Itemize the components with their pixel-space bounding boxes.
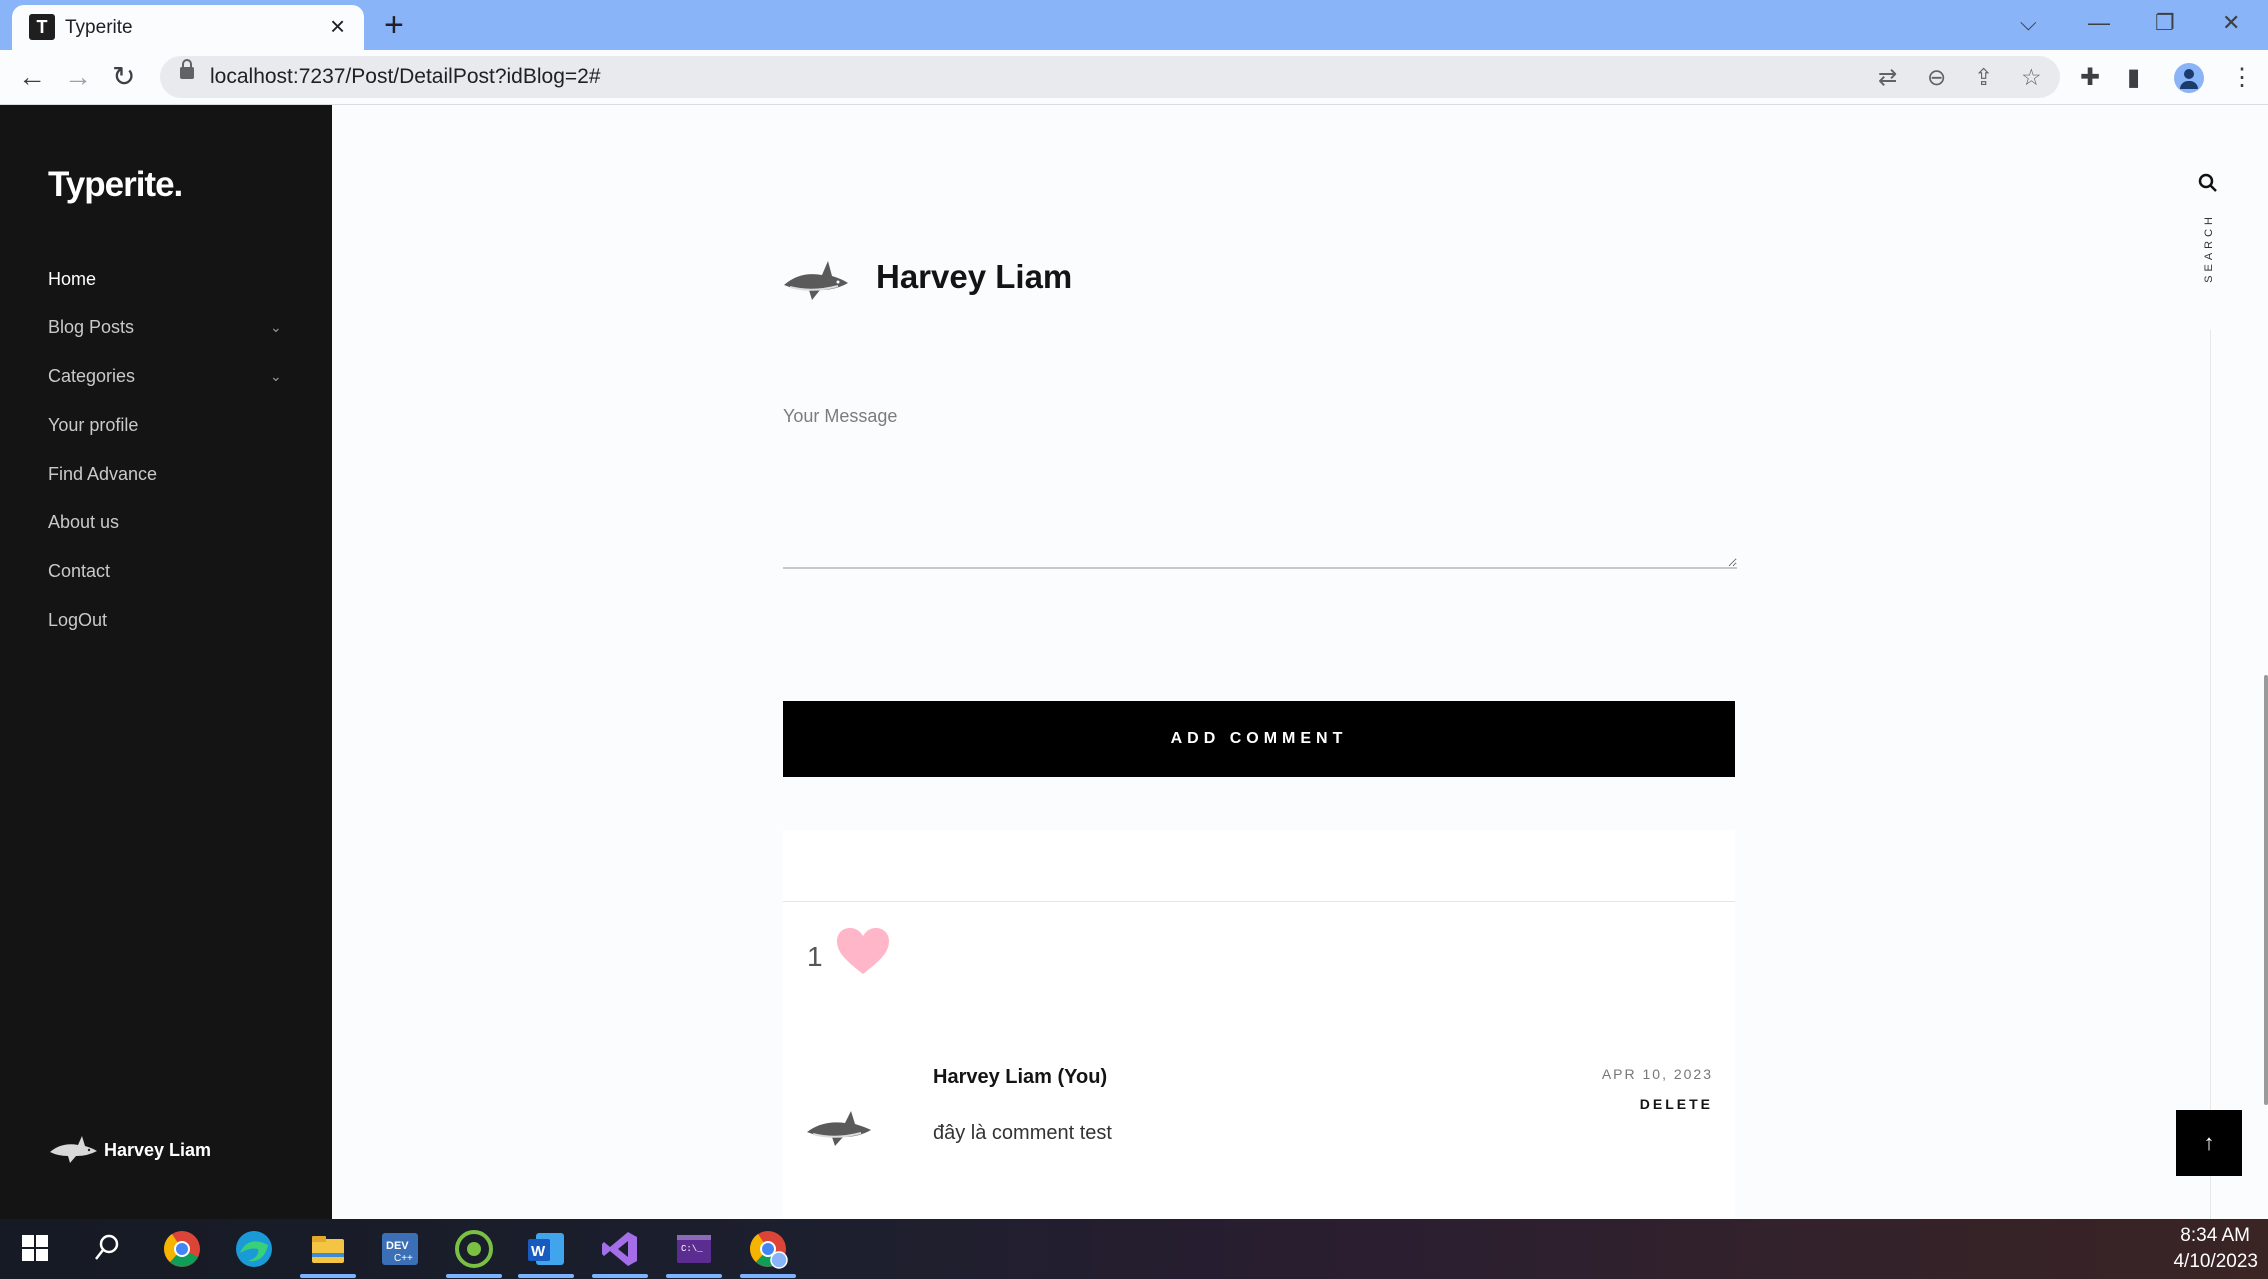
message-placeholder: Your Message bbox=[783, 406, 898, 426]
comment-message-field[interactable] bbox=[783, 397, 1737, 569]
shark-avatar-icon bbox=[50, 1136, 97, 1163]
main-content: Harvey Liam Your Message ADD COMMENT 1 H… bbox=[332, 105, 2268, 1230]
chrome-profile-icon[interactable] bbox=[740, 1229, 796, 1278]
restore-icon[interactable]: ❐ bbox=[2155, 6, 2175, 40]
chrome-icon[interactable] bbox=[162, 1229, 202, 1269]
zoom-icon[interactable]: ⊖ bbox=[1927, 62, 1946, 92]
tab-title: Typerite bbox=[65, 17, 133, 38]
windows-start-icon[interactable] bbox=[22, 1235, 48, 1261]
address-bar[interactable]: localhost:7237/Post/DetailPost?idBlog=2#… bbox=[160, 56, 2060, 98]
clock-date[interactable]: 4/10/2023 bbox=[2173, 1251, 2258, 1273]
chevron-down-icon[interactable]: ⌄ bbox=[270, 319, 282, 336]
terminal-icon[interactable]: C:\_ bbox=[666, 1229, 722, 1278]
taskbar-search-icon[interactable] bbox=[93, 1233, 121, 1263]
svg-text:W: W bbox=[531, 1243, 546, 1260]
reload-icon[interactable]: ↻ bbox=[112, 60, 135, 94]
search-label[interactable]: SEARCH bbox=[2203, 213, 2217, 283]
edge-icon[interactable] bbox=[234, 1229, 274, 1269]
sidebar: Typerite. Home Blog Posts ⌄ Categories ⌄… bbox=[0, 105, 332, 1219]
scroll-to-top-button[interactable]: ↑ bbox=[2176, 1110, 2242, 1176]
sidebar-item-home[interactable]: Home bbox=[48, 269, 96, 290]
divider bbox=[2210, 330, 2211, 1219]
post-author-name: Harvey Liam bbox=[876, 258, 1073, 295]
sidebar-user-name: Harvey Liam bbox=[104, 1140, 212, 1160]
windows-taskbar: DEV C++ W C:\_ 8:34 AM 4/10/2023 bbox=[0, 1219, 2268, 1279]
browser-toolbar: ← → ↻ localhost:7237/Post/DetailPost?idB… bbox=[0, 50, 2268, 105]
comment-text: đây là comment test bbox=[933, 1122, 1112, 1144]
sidebar-item-logout[interactable]: LogOut bbox=[48, 610, 107, 631]
share-icon[interactable]: ⇪ bbox=[1974, 62, 1993, 92]
minimize-icon[interactable]: — bbox=[2088, 6, 2110, 40]
svg-text:DEV: DEV bbox=[386, 1240, 409, 1252]
svg-text:C++: C++ bbox=[394, 1253, 413, 1264]
side-panel-icon[interactable]: ▮ bbox=[2127, 63, 2140, 93]
divider bbox=[783, 901, 1735, 902]
browser-tab-strip: T Typerite × + ⌵ — ❐ ✕ bbox=[0, 0, 2268, 50]
visual-studio-icon[interactable] bbox=[592, 1229, 648, 1278]
browser-tab[interactable]: T Typerite × bbox=[12, 5, 364, 50]
shark-avatar-icon bbox=[784, 261, 848, 300]
extensions-icon[interactable]: ✚ bbox=[2080, 63, 2100, 93]
lock-icon[interactable] bbox=[180, 59, 194, 79]
sidebar-item-contact[interactable]: Contact bbox=[48, 561, 110, 582]
app-icon[interactable] bbox=[446, 1229, 502, 1278]
comments-section: 1 Harvey Liam (You) APR 10, 2023 DELETE … bbox=[783, 830, 1735, 1230]
search-icon[interactable] bbox=[2198, 173, 2218, 193]
site-logo[interactable]: Typerite. bbox=[48, 165, 183, 205]
clock-time[interactable]: 8:34 AM bbox=[2180, 1225, 2250, 1247]
page-scrollbar[interactable] bbox=[2264, 675, 2268, 1105]
devc-icon[interactable]: DEVC++ bbox=[380, 1229, 420, 1269]
forward-icon[interactable]: → bbox=[64, 60, 92, 94]
menu-kebab-icon[interactable]: ⋮ bbox=[2230, 63, 2254, 93]
url-text[interactable]: localhost:7237/Post/DetailPost?idBlog=2# bbox=[210, 65, 601, 89]
tab-favicon-icon: T bbox=[29, 14, 55, 40]
comment-date: APR 10, 2023 bbox=[1601, 1066, 1713, 1082]
sidebar-item-categories[interactable]: Categories bbox=[48, 366, 135, 387]
bookmark-star-icon[interactable]: ☆ bbox=[2021, 62, 2042, 92]
heart-icon[interactable] bbox=[835, 926, 891, 976]
sidebar-item-your-profile[interactable]: Your profile bbox=[48, 415, 138, 436]
like-count: 1 bbox=[807, 941, 823, 972]
sidebar-item-blog-posts[interactable]: Blog Posts bbox=[48, 317, 134, 338]
tab-close-icon[interactable]: × bbox=[330, 11, 345, 41]
back-icon[interactable]: ← bbox=[18, 60, 46, 94]
translate-icon[interactable]: ⇄ bbox=[1878, 62, 1897, 92]
word-icon[interactable]: W bbox=[518, 1229, 574, 1278]
shark-avatar-icon bbox=[807, 1111, 871, 1146]
tab-search-chevron-icon[interactable]: ⌵ bbox=[2020, 6, 2037, 40]
chevron-down-icon[interactable]: ⌄ bbox=[270, 368, 282, 385]
sidebar-item-find-advance[interactable]: Find Advance bbox=[48, 464, 157, 485]
new-tab-icon[interactable]: + bbox=[384, 6, 404, 44]
svg-text:C:\_: C:\_ bbox=[681, 1244, 703, 1254]
delete-comment-button[interactable]: DELETE bbox=[1640, 1096, 1713, 1112]
add-comment-button[interactable]: ADD COMMENT bbox=[783, 701, 1735, 777]
window-close-icon[interactable]: ✕ bbox=[2222, 6, 2240, 40]
file-explorer-icon[interactable] bbox=[300, 1229, 356, 1278]
sidebar-item-about-us[interactable]: About us bbox=[48, 512, 119, 533]
sidebar-user[interactable]: Harvey Liam bbox=[48, 1132, 211, 1166]
profile-avatar-icon[interactable] bbox=[2174, 63, 2204, 93]
comment-author: Harvey Liam (You) bbox=[933, 1066, 1108, 1088]
